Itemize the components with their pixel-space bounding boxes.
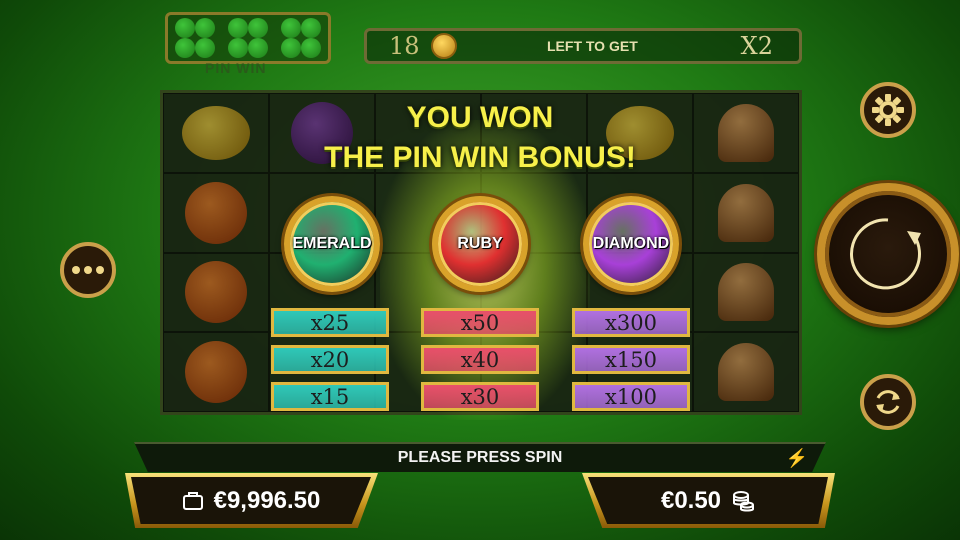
gem-label-ruby: RUBY xyxy=(457,235,503,252)
ruby-gem: RUBY xyxy=(432,196,528,292)
orange-symbol xyxy=(185,341,247,404)
gear-icon xyxy=(872,94,904,126)
ruby-multiplier-2: x40 xyxy=(421,345,539,374)
bet-display[interactable]: €0.50 xyxy=(588,477,828,524)
autoplay-button[interactable] xyxy=(860,374,916,430)
lemon-symbol xyxy=(182,105,250,160)
diamond-multiplier-1: x300 xyxy=(572,308,690,337)
balance-display: €9,996.50 xyxy=(131,477,371,524)
coin-icon xyxy=(431,33,457,59)
reel-cell xyxy=(693,93,799,173)
balance-amount: €9,996.50 xyxy=(213,486,321,514)
diamond-gem: DIAMOND xyxy=(583,196,679,292)
clover-icon xyxy=(173,16,217,60)
gem-label-emerald: EMERALD xyxy=(292,235,372,252)
bonus-progress-bar: 18 LEFT TO GET X2 xyxy=(364,28,802,64)
status-message: PLEASE PRESS SPIN xyxy=(397,449,563,466)
settings-button[interactable] xyxy=(860,82,916,138)
emerald-multiplier-1: x25 xyxy=(271,308,389,337)
diamond-multiplier-3: x100 xyxy=(572,382,690,411)
bell-symbol xyxy=(718,103,774,162)
headline-line-2: THE PIN WIN BONUS! xyxy=(324,141,636,174)
multiplier-value: X2 xyxy=(740,32,773,60)
clover-icon xyxy=(279,16,323,60)
ellipsis-icon xyxy=(72,266,104,274)
reel-cell xyxy=(693,252,799,333)
reel-cell xyxy=(163,332,269,412)
spins-left-count: 18 xyxy=(389,32,420,60)
menu-button[interactable] xyxy=(60,242,116,298)
emerald-gem: EMERALD xyxy=(284,196,380,292)
logo-subtitle: PIN WIN xyxy=(205,60,267,76)
coin-stack-icon xyxy=(733,490,755,511)
reel-cell xyxy=(693,332,799,412)
orange-symbol xyxy=(185,261,247,324)
reel-cell xyxy=(163,172,269,253)
spin-button[interactable] xyxy=(817,183,959,325)
lightning-icon[interactable]: ⚡ xyxy=(786,448,808,469)
orange-symbol xyxy=(185,181,247,244)
reel-cell xyxy=(693,172,799,253)
bell-symbol xyxy=(718,183,774,242)
left-to-get-label: LEFT TO GET xyxy=(547,38,638,54)
headline-line-1: YOU WON xyxy=(406,101,554,134)
reel-cell xyxy=(163,252,269,333)
autoplay-icon xyxy=(876,390,900,414)
reel-cell xyxy=(163,93,269,173)
emerald-multiplier-2: x20 xyxy=(271,345,389,374)
emerald-multiplier-3: x15 xyxy=(271,382,389,411)
bet-amount: €0.50 xyxy=(660,486,722,514)
bell-symbol xyxy=(718,263,774,322)
ruby-multiplier-3: x30 xyxy=(421,382,539,411)
ruby-multiplier-1: x50 xyxy=(421,308,539,337)
diamond-multiplier-2: x150 xyxy=(572,345,690,374)
status-message-bar: PLEASE PRESS SPIN ⚡ xyxy=(134,442,826,472)
clover-icon xyxy=(226,16,270,60)
clover-collector xyxy=(165,12,331,64)
wallet-icon xyxy=(182,491,203,510)
gem-label-diamond: DIAMOND xyxy=(592,235,670,252)
spin-arrow-icon xyxy=(850,218,921,290)
bonus-headline: YOU WON THE PIN WIN BONUS! xyxy=(260,98,700,178)
bell-symbol xyxy=(718,343,774,402)
